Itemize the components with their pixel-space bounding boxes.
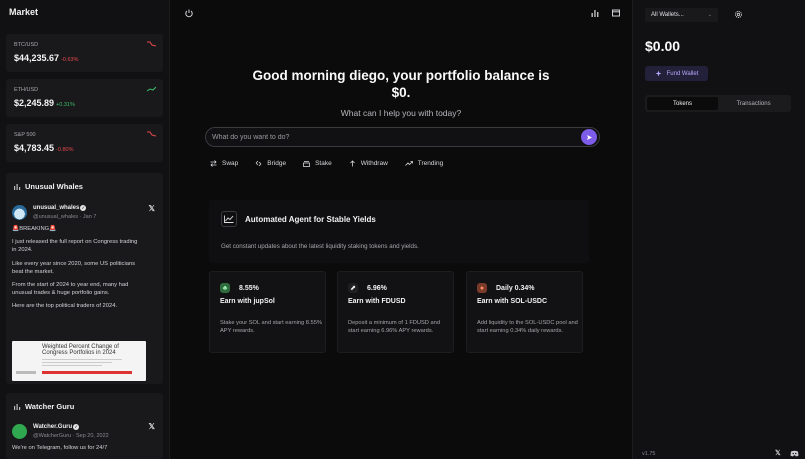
fund-wallet-button[interactable]: Fund Wallet [645,66,708,81]
x-logo-icon[interactable]: 𝕏 [149,204,155,213]
send-button[interactable] [581,129,597,145]
feed-title: Unusual Whales [14,182,83,191]
jupsol-icon: ♣ [220,283,230,293]
market-price: $2,245.89 +0.31% [14,98,75,108]
withdraw-icon [349,160,355,167]
swap-icon [210,160,217,167]
agent-title: Automated Agent for Stable Yields [245,215,376,224]
tab-transactions[interactable]: Transactions [718,97,789,110]
verified-icon: ✓ [80,205,87,211]
wallet-panel: All Wallets... ⌄ $0.00 Fund Wallet Token… [632,0,805,459]
tweet-author-name[interactable]: Watcher.Guru ✓ [33,424,80,430]
yield-rate: 6.96% [367,285,387,292]
market-card-sp500[interactable]: S&P 500 $4,783.45 -0.80% [6,124,163,162]
image-row-label [16,371,36,374]
agent-card[interactable]: Automated Agent for Stable Yields Get co… [209,200,589,263]
yield-rate: Daily 0.34% [496,285,535,292]
x-logo-icon[interactable]: 𝕏 [149,422,155,431]
action-withdraw[interactable]: Withdraw [349,160,388,167]
yield-card-sol-usdc[interactable]: ● Daily 0.34% Earn with SOL-USDC Add liq… [466,271,583,353]
power-icon[interactable] [184,8,194,18]
image-caption [42,358,132,367]
yield-description: Add liquidity to the SOL-USDC pool and s… [477,320,578,335]
line-chart-icon [221,211,237,227]
prompt-input[interactable] [212,131,572,144]
greeting-heading: Good morning diego, your portfolio balan… [252,68,550,100]
x-logo-icon[interactable]: 𝕏 [775,449,781,457]
tweet-handle: @WatcherGuru · Sep 20, 2022 [33,433,109,439]
tweet-paragraph: I just released the full report on Congr… [12,239,138,254]
tweet-paragraph: Like every year since 2020, some US poli… [12,260,136,275]
tweet-paragraph: From the start of 2024 to year end, many… [12,282,129,297]
market-change: -0.80% [56,147,74,153]
trend-down-icon [147,131,156,137]
market-change: -0.63% [61,57,79,63]
action-bridge[interactable]: Bridge [255,160,286,167]
action-trending[interactable]: Trending [404,160,443,167]
bar-chart-icon [14,184,21,190]
tweet-image[interactable]: Weighted Percent Change of Congress Port… [12,341,146,381]
market-price: $44,235.67 -0.63% [14,53,79,63]
market-card-btc[interactable]: BTC/USD $44,235.67 -0.63% [6,34,163,72]
yield-name: Earn with FDUSD [348,298,406,305]
tweet-body: 🚨BREAKING🚨 I just released the full repo… [12,225,138,311]
yield-card-jupsol[interactable]: ♣ 8.55% Earn with jupSol Stake your SOL … [209,271,326,353]
chart-icon[interactable] [590,8,600,18]
greeting-subtitle: What can I help you with today? [340,108,462,118]
avatar[interactable] [12,424,27,439]
yield-description: Stake your SOL and start earning 8.55% A… [220,320,322,335]
action-swap[interactable]: Swap [210,160,238,167]
market-symbol: ETH/USD [14,87,39,93]
sol-usdc-icon: ● [477,283,487,293]
window-icon[interactable] [611,8,621,18]
feed-watcher-guru: Watcher Guru Watcher.Guru ✓ @WatcherGuru … [6,393,163,459]
bridge-icon [255,160,262,167]
tab-tokens[interactable]: Tokens [647,97,718,110]
bar-chart-icon [14,404,21,410]
fdusd-icon: ⬈ [348,283,358,293]
main-panel: Good morning diego, your portfolio balan… [171,0,631,459]
yield-rate: 8.55% [239,285,259,292]
image-title: Congress Portfolios in 2024 [42,350,116,356]
trend-down-icon [147,41,156,47]
tweet-paragraph: Here are the top political traders of 20… [12,303,118,310]
action-stake[interactable]: Stake [303,160,332,167]
image-bar [42,371,132,374]
tweet-handle: @unusual_whales · Jan 7 [33,214,97,220]
quick-actions: Swap Bridge Stake Withdraw Trending [210,160,460,167]
gear-icon[interactable] [734,10,743,19]
market-symbol: S&P 500 [14,132,36,138]
feed-unusual-whales: Unusual Whales unusual_whales ✓ @unusual_… [6,173,163,384]
yield-card-fdusd[interactable]: ⬈ 6.96% Earn with FDUSD Deposit a minimu… [337,271,454,353]
market-card-eth[interactable]: ETH/USD $2,245.89 +0.31% [6,79,163,117]
trend-up-icon [147,86,156,92]
tweet-body: We're on Telegram, follow us for 24/7 [12,444,138,452]
yield-name: Earn with jupSol [220,298,275,305]
feed-title: Watcher Guru [14,402,74,411]
tweet-paragraph: 🚨BREAKING🚨 [12,226,57,232]
prompt-box [205,127,600,147]
market-symbol: BTC/USD [14,42,39,48]
yield-description: Deposit a minimum of 1 FDUSD and start e… [348,320,440,335]
sparkle-icon [655,70,662,77]
market-price: $4,783.45 -0.80% [14,143,74,153]
stake-icon [303,161,310,167]
wallet-tabs: Tokens Transactions [645,95,791,112]
wallet-balance: $0.00 [645,38,681,54]
verified-icon: ✓ [73,424,80,430]
sidebar-title: Market [9,7,39,17]
wallet-select[interactable]: All Wallets... ⌄ [645,8,718,22]
avatar[interactable] [12,205,27,220]
yield-name: Earn with SOL-USDC [477,298,548,305]
version-label: v1.75 [642,451,656,457]
market-change: +0.31% [56,102,75,108]
tweet-paragraph: We're on Telegram, follow us for 24/7 [12,445,108,451]
send-icon [586,134,592,140]
chevron-down-icon: ⌄ [707,12,712,18]
discord-icon[interactable] [790,450,799,457]
agent-description: Get constant updates about the latest li… [221,243,419,250]
tweet-author-name[interactable]: unusual_whales ✓ [33,205,87,211]
trending-icon [404,161,413,166]
market-sidebar: Market BTC/USD $44,235.67 -0.63% ETH/USD … [0,0,170,459]
